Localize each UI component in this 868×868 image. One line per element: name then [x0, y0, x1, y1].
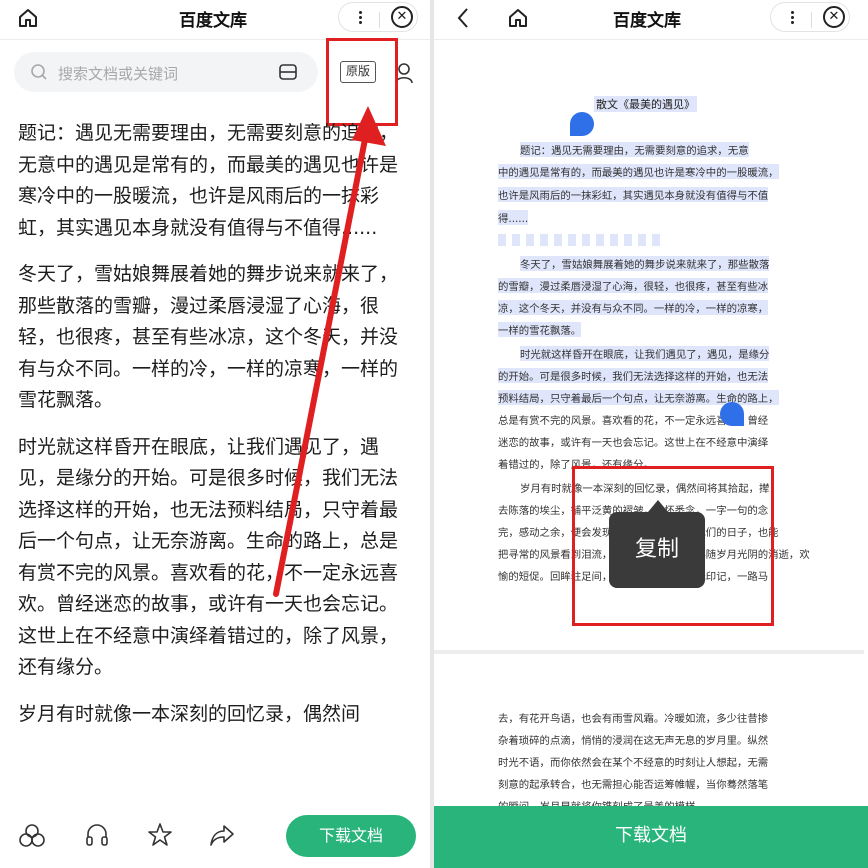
top-bar: 百度文库 ✕: [0, 0, 430, 40]
home-icon: [19, 9, 37, 27]
document-line: 迷恋的故事，或许有一天也会忘记。这世上在不经意中演绎: [498, 437, 769, 449]
more-button[interactable]: [783, 6, 801, 28]
bottom-toolbar: 下载文档: [0, 806, 430, 868]
selection-start-handle[interactable]: [570, 112, 594, 136]
document-line: 题记：遇见无需要理由，无需要刻意的追求，无意: [520, 142, 749, 157]
article-paragraph: 时光就这样昏开在眼底，让我们遇见了，遇见，是缘分的开始。可是很多时候，我们无法选…: [18, 435, 399, 679]
document-line: 也许是风雨后的一抹彩虹，其实遇见本身就没有值得与不值: [498, 187, 769, 202]
document-title: 散文《最美的遇见》: [594, 96, 697, 112]
home-icon: [509, 9, 527, 27]
article-paragraph: 岁月有时就像一本深刻的回忆录，偶然间: [18, 702, 361, 725]
app-title: 百度文库: [179, 11, 247, 31]
article-body: 题记：遇见无需要理由，无需要刻意的追求，无意中的遇见是常有的，而最美的遇见也许是…: [18, 118, 400, 745]
right-phone-screen: 百度文库 ✕ 散文《最美的遇见》 题记：遇见无需要理由，无需要刻意的追求，无意中…: [434, 0, 868, 868]
close-button[interactable]: ✕: [823, 6, 845, 28]
article-paragraph: 冬天了，雪姑娘舞展着她的舞步说来就来了，那些散落的雪瓣，漫过柔唇浸湿了心海，很轻…: [18, 263, 399, 411]
document-line: 冬天了，雪姑娘舞展着她的舞步说来就来了，那些散落: [520, 256, 770, 271]
annotation-highlight-box: [572, 466, 774, 626]
search-input[interactable]: 搜索文档或关键词: [14, 52, 318, 92]
annotation-highlight-box: [326, 38, 398, 126]
download-button[interactable]: 下载文档: [434, 806, 868, 868]
document-line: 得......: [498, 210, 529, 225]
headphones-icon[interactable]: [84, 822, 110, 848]
search-placeholder: 搜索文档或关键词: [58, 65, 179, 83]
star-icon[interactable]: [146, 821, 174, 849]
search-icon: [31, 64, 47, 80]
page-separator: [434, 650, 864, 654]
home-button[interactable]: [16, 6, 40, 30]
capsule-menu: ✕: [770, 2, 850, 32]
document-line: 时光就这样昏开在眼底，让我们遇见了，遇见，是缘分: [520, 346, 770, 361]
scan-icon[interactable]: [278, 62, 298, 82]
capsule-divider: [811, 12, 812, 28]
document-line: 一样的雪花飘落。: [498, 322, 582, 337]
share-icon[interactable]: [208, 822, 236, 848]
top-bar: 百度文库 ✕: [434, 0, 868, 40]
document-line: 时光不语，而你依然会在某个不经意的时刻让人想起，无需: [498, 757, 769, 769]
left-phone-screen: 百度文库 ✕ 搜索文档或关键词 原版 题记：遇见无需要理由，无需要刻意的追求，无…: [0, 0, 430, 868]
document-line: 杂着琐碎的点滴，悄悄的浸润在这无声无息的岁月里。纵然: [498, 735, 769, 747]
home-button[interactable]: [506, 6, 530, 30]
capsule-divider: [379, 12, 380, 28]
related-docs-icon[interactable]: [18, 823, 46, 849]
capsule-menu: ✕: [338, 2, 418, 32]
document-line: 的雪瓣，漫过柔唇浸湿了心海，很轻，也很疼，甚至有些冰: [498, 278, 769, 293]
chevron-left-icon: [457, 8, 468, 28]
more-vertical-icon: [358, 9, 362, 26]
document-line: 去，有花开鸟语，也会有雨雪风霜。冷暖如流，多少往昔掺: [498, 713, 769, 725]
document-line: 的开始。可是很多时候，我们无法选择这样的开始，也无法: [498, 368, 769, 383]
more-vertical-icon: [790, 9, 794, 26]
back-button[interactable]: [452, 6, 474, 30]
document-line: 凉，这个冬天，并没有与众不同。一样的冷，一样的凉寒，: [498, 300, 769, 315]
app-title: 百度文库: [613, 11, 681, 31]
selection-end-handle[interactable]: [720, 402, 744, 426]
download-button[interactable]: 下载文档: [286, 815, 416, 857]
more-button[interactable]: [351, 6, 369, 28]
close-icon: ✕: [396, 9, 408, 24]
article-paragraph: 题记：遇见无需要理由，无需要刻意的追求，无意中的遇见是常有的，而最美的遇见也许是…: [18, 122, 399, 239]
close-icon: ✕: [828, 9, 840, 24]
document-line: 刻意的起承转合，也无需担心能否运筹帷幄，当你蓦然落笔: [498, 779, 769, 791]
selected-blank-line: [498, 234, 660, 246]
close-button[interactable]: ✕: [391, 6, 413, 28]
document-line: 中的遇见是常有的，而最美的遇见也许是寒冷中的一股暖流，: [498, 164, 779, 179]
